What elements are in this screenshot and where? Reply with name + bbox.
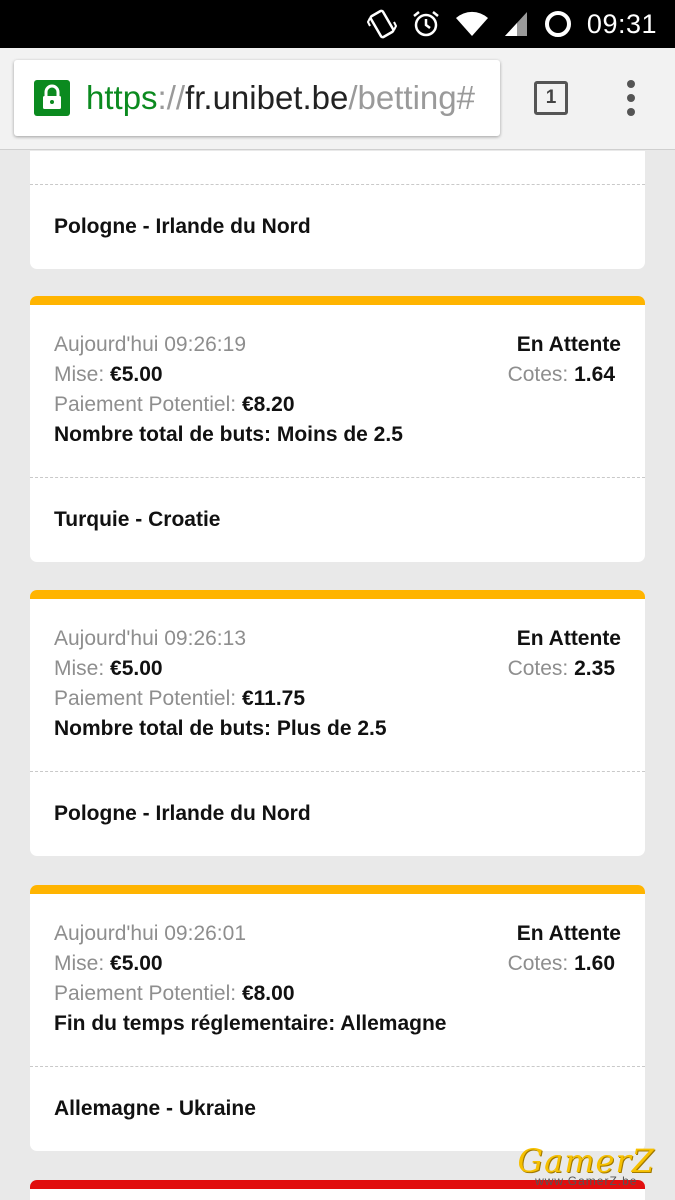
alarm-icon — [411, 9, 441, 39]
odds-value: 2.35 — [574, 657, 615, 680]
stake-value: €5.00 — [110, 657, 163, 680]
bet-card[interactable]: Aujourd'hui 09:26:19 En Attente Mise: €5… — [30, 296, 645, 562]
payout-label: Paiement Potentiel: — [54, 982, 237, 1005]
status-bar: 09:31 — [0, 0, 675, 48]
bet-card-cutoff: p p — [30, 151, 645, 184]
odds-label: Cotes: — [507, 363, 569, 386]
stake-label: Mise: — [54, 363, 105, 386]
bet-status-bar — [30, 885, 645, 894]
url-separator: :// — [157, 79, 186, 116]
bet-selection: Fin du temps réglementaire: Allemagne — [54, 1012, 447, 1035]
bet-status-bar — [30, 296, 645, 305]
payout-value: €8.00 — [241, 982, 295, 1005]
bet-status: En Attente — [516, 333, 621, 356]
bet-match: Pologne - Irlande du Nord — [54, 215, 311, 238]
stake-label: Mise: — [54, 657, 105, 680]
odds-value: 1.64 — [574, 363, 615, 386]
url-bar[interactable]: https://fr.unibet.be/betting# — [14, 60, 500, 136]
bet-datetime: Aujourd'hui 09:26:13 — [54, 627, 246, 650]
payout-value: €11.75 — [241, 687, 306, 710]
url-text: https://fr.unibet.be/betting# — [86, 78, 475, 118]
bet-card[interactable]: Aujourd'hui 09:26:13 En Attente Mise: €5… — [30, 590, 645, 856]
battery-icon — [543, 9, 573, 39]
stake-label: Mise: — [54, 952, 105, 975]
overflow-menu-icon[interactable] — [620, 76, 642, 120]
tab-switcher-button[interactable]: 1 — [534, 81, 568, 115]
signal-icon — [503, 10, 529, 38]
bet-match: Pologne - Irlande du Nord — [54, 802, 311, 825]
odds-label: Cotes: — [507, 952, 569, 975]
browser-toolbar: https://fr.unibet.be/betting# 1 — [0, 48, 675, 150]
stake-value: €5.00 — [110, 363, 163, 386]
url-host: fr.unibet.be — [185, 79, 349, 116]
bet-datetime: Aujourd'hui 09:26:19 — [54, 333, 246, 356]
status-time: 09:31 — [586, 8, 657, 39]
bet-card: p p Pologne - Irlande du Nord — [30, 151, 645, 269]
bet-selection: Nombre total de buts: Plus de 2.5 — [54, 717, 387, 740]
bet-card[interactable]: Aujourd'hui 09:26:01 En Attente Mise: €5… — [30, 885, 645, 1151]
bet-history-list[interactable]: p p Pologne - Irlande du Nord Aujourd'hu… — [0, 151, 675, 1200]
bet-status: En Attente — [516, 627, 621, 650]
stake-value: €5.00 — [110, 952, 163, 975]
bet-match: Turquie - Croatie — [54, 508, 221, 531]
url-path: /betting# — [348, 79, 475, 116]
vibrate-icon — [366, 8, 397, 40]
bet-datetime: Aujourd'hui 09:26:01 — [54, 922, 246, 945]
bet-status-bar — [30, 590, 645, 599]
watermark-url: www.GamerZ.be — [535, 1174, 638, 1188]
url-scheme: https — [86, 79, 158, 116]
payout-value: €8.20 — [241, 393, 295, 416]
lock-icon — [34, 80, 70, 116]
odds-value: 1.60 — [574, 952, 615, 975]
payout-label: Paiement Potentiel: — [54, 393, 237, 416]
wifi-icon — [455, 10, 489, 38]
bet-selection: Nombre total de buts: Moins de 2.5 — [54, 423, 403, 446]
watermark: GamerZ www.GamerZ.be — [518, 1142, 655, 1188]
bet-match: Allemagne - Ukraine — [54, 1097, 256, 1120]
bet-status: En Attente — [516, 922, 621, 945]
odds-label: Cotes: — [507, 657, 569, 680]
tab-count: 1 — [545, 87, 557, 108]
payout-label: Paiement Potentiel: — [54, 687, 237, 710]
